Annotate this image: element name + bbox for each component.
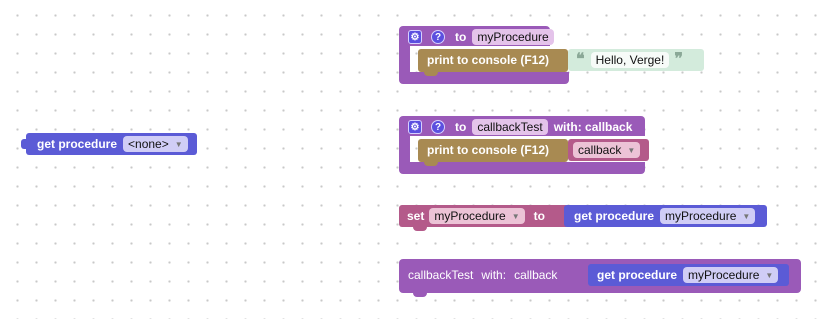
- statement-notch: [424, 161, 438, 166]
- variable-dropdown-value: myProcedure: [434, 209, 506, 223]
- set-variable-block[interactable]: set myProcedure ▼ to: [399, 205, 569, 231]
- statement-notch: [413, 226, 427, 231]
- print-to-console-block[interactable]: print to console (F12): [418, 49, 568, 76]
- chevron-down-icon: ▼: [765, 270, 774, 280]
- procedure-definition-block-callback[interactable]: ⚙ ? to callbackTest with: callback: [399, 116, 645, 136]
- procedure-name-field[interactable]: callbackTest: [472, 119, 548, 135]
- statement-notch: [413, 292, 427, 297]
- print-label: print to console (F12): [427, 53, 550, 67]
- call-procedure-name: callbackTest: [408, 268, 474, 282]
- print-to-console-block[interactable]: print to console (F12): [418, 139, 568, 166]
- statement-notch: [424, 71, 438, 76]
- set-label: set: [407, 209, 425, 223]
- help-icon[interactable]: ?: [431, 120, 445, 134]
- gear-icon[interactable]: ⚙: [408, 120, 422, 134]
- to-label: to: [455, 120, 467, 134]
- chevron-down-icon: ▼: [627, 145, 636, 155]
- variable-dropdown-value: callback: [578, 143, 622, 157]
- procedure-name-field[interactable]: myProcedure: [472, 29, 554, 45]
- chevron-down-icon: ▼: [174, 139, 183, 149]
- print-label: print to console (F12): [427, 143, 550, 157]
- close-quote-icon: ❞: [674, 51, 683, 68]
- help-icon[interactable]: ?: [431, 30, 445, 44]
- get-procedure-block[interactable]: get procedure myProcedure ▼: [588, 264, 789, 286]
- procedure-dropdown-value: myProcedure: [665, 209, 737, 223]
- chevron-down-icon: ▼: [742, 211, 751, 221]
- with-params-label: with: callback: [553, 120, 633, 134]
- open-quote-icon: ❝: [576, 51, 585, 68]
- chevron-down-icon: ▼: [511, 211, 520, 221]
- variable-get-block[interactable]: callback ▼: [568, 139, 649, 161]
- procedure-dropdown[interactable]: myProcedure ▼: [660, 208, 756, 224]
- variable-dropdown[interactable]: callback ▼: [573, 142, 641, 158]
- string-field[interactable]: Hello, Verge!: [590, 52, 670, 68]
- procedure-definition-block[interactable]: ⚙ ? to myProcedure: [399, 26, 554, 46]
- procedure-body-spine: [399, 46, 410, 74]
- procedure-body-spine: [399, 136, 410, 164]
- output-connector: [21, 139, 27, 149]
- get-procedure-block[interactable]: get procedure myProcedure ▼: [564, 205, 767, 227]
- procedure-dropdown-value: myProcedure: [688, 268, 760, 282]
- procedure-dropdown[interactable]: <none> ▼: [123, 136, 188, 152]
- text-string-block[interactable]: ❝ Hello, Verge! ❞: [568, 49, 704, 71]
- arg-label: callback: [514, 268, 558, 282]
- get-procedure-block[interactable]: get procedure <none> ▼: [21, 133, 197, 155]
- variable-dropdown[interactable]: myProcedure ▼: [429, 208, 525, 224]
- with-label: with:: [481, 268, 507, 282]
- procedure-dropdown[interactable]: myProcedure ▼: [683, 267, 779, 283]
- get-procedure-label: get procedure: [574, 209, 655, 223]
- to-label: to: [533, 209, 545, 223]
- to-label: to: [455, 30, 467, 44]
- get-procedure-label: get procedure: [37, 137, 118, 151]
- procedure-dropdown-value: <none>: [128, 137, 169, 151]
- get-procedure-label: get procedure: [597, 268, 678, 282]
- gear-icon[interactable]: ⚙: [408, 30, 422, 44]
